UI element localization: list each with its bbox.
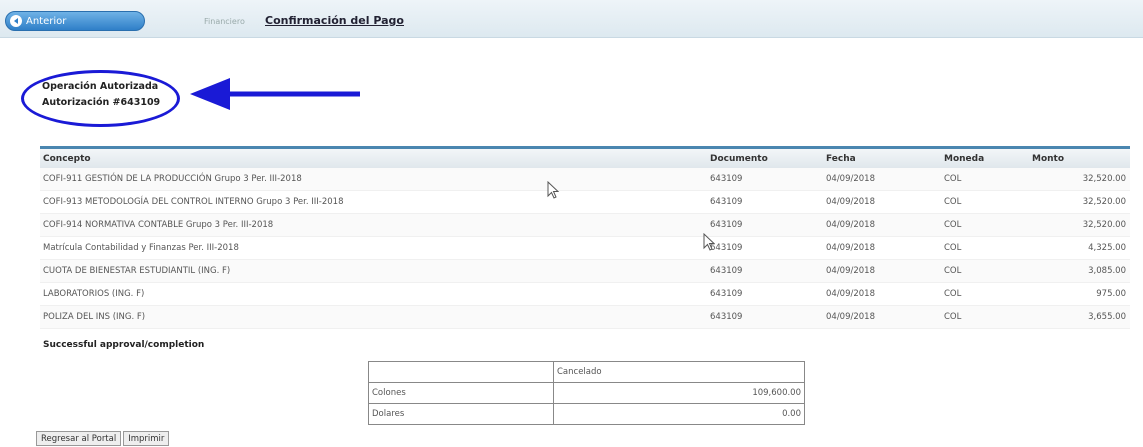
table-header: Concepto Documento Fecha Moneda Monto — [40, 149, 1130, 168]
totals-table: Cancelado Colones 109,600.00 Dolares 0.0… — [368, 361, 805, 425]
cell-moneda: COL — [944, 220, 962, 230]
column-header-moneda: Moneda — [944, 153, 985, 164]
cell-documento: 643109 — [710, 220, 743, 230]
cell-documento: 643109 — [710, 197, 743, 207]
cell-fecha: 04/09/2018 — [826, 312, 875, 322]
table-row: COFI-913 METODOLOGÍA DEL CONTROL INTERNO… — [40, 191, 1130, 214]
cell-moneda: COL — [944, 289, 962, 299]
cell-concepto: Matrícula Contabilidad y Finanzas Per. I… — [43, 243, 239, 253]
cell-fecha: 04/09/2018 — [826, 266, 875, 276]
page-title: Confirmación del Pago — [265, 14, 404, 27]
cell-concepto: COFI-914 NORMATIVA CONTABLE Grupo 3 Per.… — [43, 220, 274, 230]
status-line-authorized: Operación Autorizada — [42, 81, 159, 92]
table-row: POLIZA DEL INS (ING. F) 643109 04/09/201… — [40, 306, 1130, 329]
cell-concepto: CUOTA DE BIENESTAR ESTUDIANTIL (ING. F) — [43, 266, 231, 276]
cell-fecha: 04/09/2018 — [826, 174, 875, 184]
mouse-cursor-icon — [703, 233, 715, 251]
table-row: COFI-914 NORMATIVA CONTABLE Grupo 3 Per.… — [40, 214, 1130, 237]
totals-row: Dolares 0.00 — [368, 403, 805, 425]
cell-fecha: 04/09/2018 — [826, 289, 875, 299]
table-row: Matrícula Contabilidad y Finanzas Per. I… — [40, 237, 1130, 260]
print-button[interactable]: Imprimir — [123, 431, 170, 446]
table-row: LABORATORIOS (ING. F) 643109 04/09/2018 … — [40, 283, 1130, 306]
cell-monto: 4,325.00 — [1088, 243, 1126, 253]
payment-table: Concepto Documento Fecha Moneda Monto CO… — [40, 146, 1130, 329]
cell-monto: 3,085.00 — [1088, 266, 1126, 276]
totals-header-row: Cancelado — [368, 361, 805, 383]
column-header-documento: Documento — [710, 153, 768, 164]
breadcrumb[interactable]: Financiero — [204, 17, 245, 26]
table-row: CUOTA DE BIENESTAR ESTUDIANTIL (ING. F) … — [40, 260, 1130, 283]
status-line-code: Autorización #643109 — [42, 97, 161, 108]
column-header-monto: Monto — [1032, 153, 1065, 164]
cell-monto: 32,520.00 — [1082, 220, 1126, 230]
annotation-arrow-icon — [190, 78, 360, 110]
cell-documento: 643109 — [710, 312, 743, 322]
cell-monto: 975.00 — [1096, 289, 1126, 299]
cell-fecha: 04/09/2018 — [826, 220, 875, 230]
cell-monto: 32,520.00 — [1082, 197, 1126, 207]
totals-label-colones: Colones — [368, 382, 554, 404]
cell-monto: 3,655.00 — [1088, 312, 1126, 322]
authorization-status: Operación Autorizada Autorización #64310… — [42, 79, 160, 111]
cell-moneda: COL — [944, 266, 962, 276]
cell-documento: 643109 — [710, 266, 743, 276]
chevron-left-icon — [10, 15, 22, 27]
action-buttons: Regresar al Portal Imprimir — [36, 431, 170, 446]
cell-moneda: COL — [944, 174, 962, 184]
back-button-label: Anterior — [26, 16, 67, 27]
cell-concepto: COFI-911 GESTIÓN DE LA PRODUCCIÓN Grupo … — [43, 174, 302, 184]
totals-empty-cell — [368, 361, 554, 383]
cell-documento: 643109 — [710, 174, 743, 184]
cell-moneda: COL — [944, 312, 962, 322]
return-to-portal-button[interactable]: Regresar al Portal — [36, 431, 122, 446]
totals-value-colones: 109,600.00 — [553, 382, 805, 404]
cell-fecha: 04/09/2018 — [826, 243, 875, 253]
top-bar: Anterior Financiero Confirmación del Pag… — [0, 0, 1143, 38]
cell-documento: 643109 — [710, 289, 743, 299]
column-header-fecha: Fecha — [826, 153, 856, 164]
back-button[interactable]: Anterior — [5, 11, 145, 31]
cell-fecha: 04/09/2018 — [826, 197, 875, 207]
cell-concepto: LABORATORIOS (ING. F) — [43, 289, 145, 299]
totals-label-dolares: Dolares — [368, 403, 554, 425]
cell-concepto: POLIZA DEL INS (ING. F) — [43, 312, 146, 322]
cell-moneda: COL — [944, 243, 962, 253]
column-header-concepto: Concepto — [43, 153, 91, 164]
table-row: COFI-911 GESTIÓN DE LA PRODUCCIÓN Grupo … — [40, 168, 1130, 191]
cell-monto: 32,520.00 — [1082, 174, 1126, 184]
totals-value-dolares: 0.00 — [553, 403, 805, 425]
totals-row: Colones 109,600.00 — [368, 382, 805, 404]
approval-message: Successful approval/completion — [43, 340, 205, 350]
mouse-cursor-icon — [547, 181, 559, 199]
totals-header-cancelado: Cancelado — [553, 361, 805, 383]
cell-concepto: COFI-913 METODOLOGÍA DEL CONTROL INTERNO… — [43, 197, 344, 207]
table-body: COFI-911 GESTIÓN DE LA PRODUCCIÓN Grupo … — [40, 168, 1130, 329]
cell-moneda: COL — [944, 197, 962, 207]
cell-documento: 643109 — [710, 243, 743, 253]
